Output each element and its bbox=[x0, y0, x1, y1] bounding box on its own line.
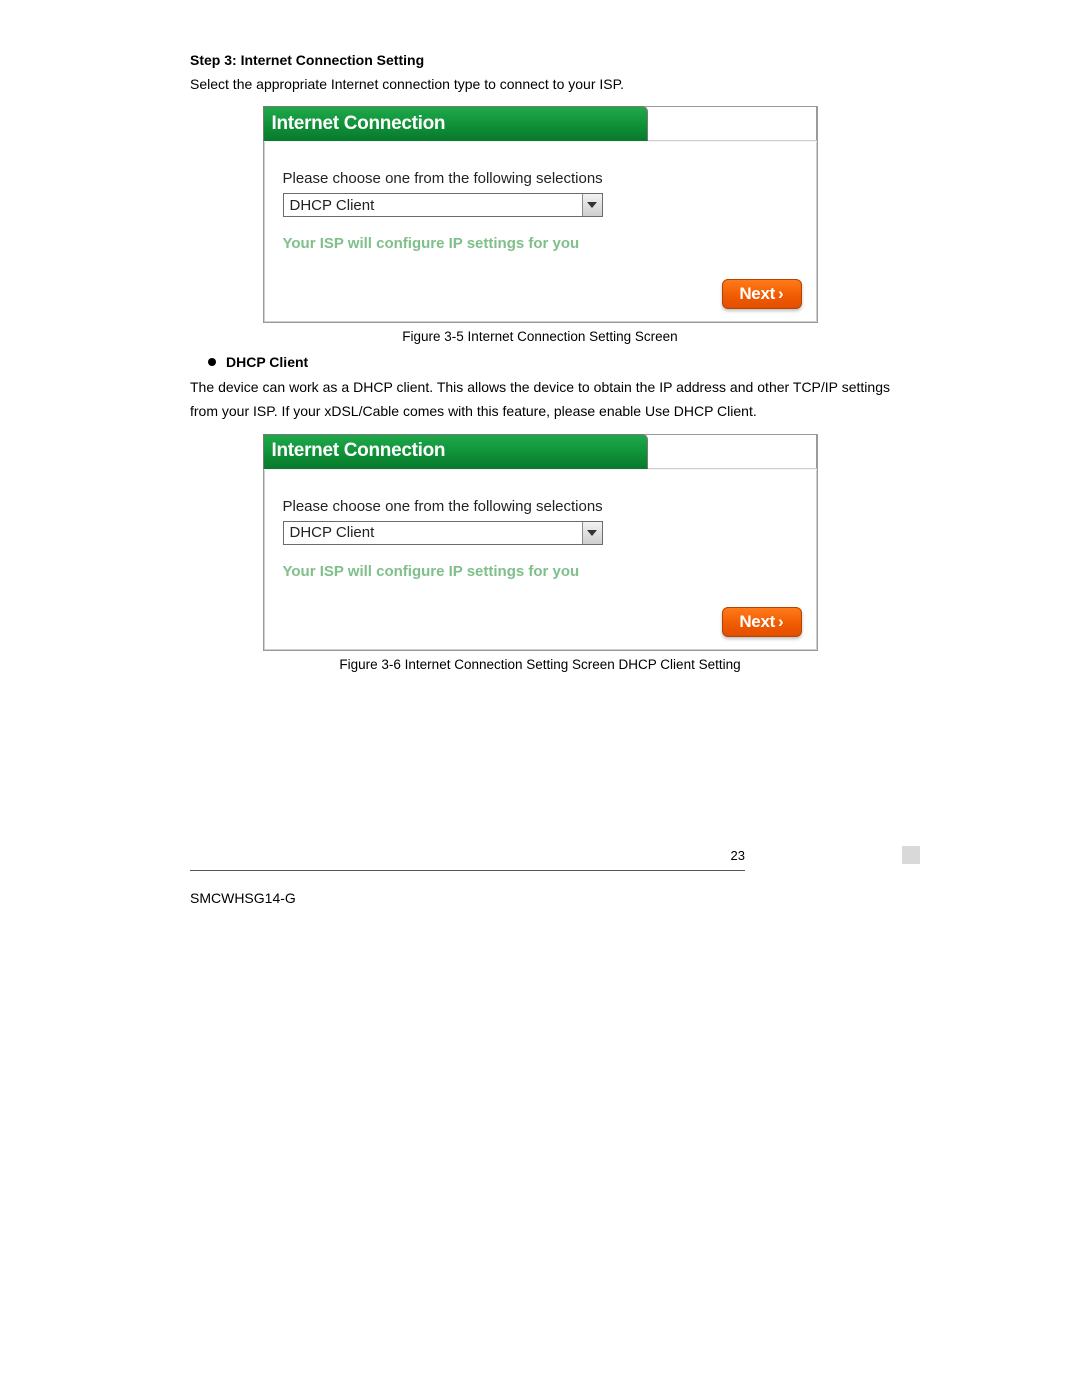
panel-title: Internet Connection bbox=[272, 113, 446, 135]
panel-header: Internet Connection bbox=[264, 107, 817, 142]
panel-header-blank bbox=[648, 434, 817, 469]
select-dropdown-button[interactable] bbox=[582, 522, 602, 544]
model-footer: SMCWHSG14-G bbox=[190, 890, 296, 906]
panel-body: Please choose one from the following sel… bbox=[264, 142, 817, 322]
next-button[interactable]: Next › bbox=[722, 607, 802, 637]
dhcp-bullet-label: DHCP Client bbox=[226, 354, 308, 370]
footer-divider bbox=[190, 870, 745, 871]
internet-connection-panel-1: Internet Connection Please choose one fr… bbox=[263, 106, 818, 323]
panel-title: Internet Connection bbox=[272, 440, 446, 462]
selection-prompt: Please choose one from the following sel… bbox=[283, 170, 798, 187]
dhcp-bullet: DHCP Client bbox=[208, 354, 890, 370]
panel-header-blank bbox=[648, 106, 817, 141]
dhcp-paragraph: The device can work as a DHCP client. Th… bbox=[190, 376, 890, 424]
bullet-icon bbox=[208, 358, 216, 366]
selection-prompt: Please choose one from the following sel… bbox=[283, 498, 798, 515]
chevron-down-icon bbox=[587, 202, 597, 208]
internet-connection-panel-2: Internet Connection Please choose one fr… bbox=[263, 434, 818, 651]
step-description: Select the appropriate Internet connecti… bbox=[190, 76, 890, 92]
page-number: 23 bbox=[731, 848, 745, 863]
step-heading: Step 3: Internet Connection Setting bbox=[190, 52, 890, 68]
chevron-down-icon bbox=[587, 530, 597, 536]
next-button[interactable]: Next › bbox=[722, 279, 802, 309]
connection-type-select[interactable]: DHCP Client bbox=[283, 193, 603, 217]
select-dropdown-button[interactable] bbox=[582, 194, 602, 216]
panel-header-tab: Internet Connection bbox=[263, 434, 648, 469]
next-button-label: Next bbox=[739, 612, 775, 632]
panel-header-tab: Internet Connection bbox=[263, 106, 648, 141]
isp-hint: Your ISP will configure IP settings for … bbox=[283, 563, 798, 580]
panel-body: Please choose one from the following sel… bbox=[264, 470, 817, 650]
figure-caption-2: Figure 3-6 Internet Connection Setting S… bbox=[190, 657, 890, 672]
isp-hint: Your ISP will configure IP settings for … bbox=[283, 235, 798, 252]
select-value: DHCP Client bbox=[284, 194, 582, 216]
figure-caption-1: Figure 3-5 Internet Connection Setting S… bbox=[190, 329, 890, 344]
select-value: DHCP Client bbox=[284, 522, 582, 544]
connection-type-select[interactable]: DHCP Client bbox=[283, 521, 603, 545]
chevron-right-icon: › bbox=[778, 284, 784, 304]
panel-header: Internet Connection bbox=[264, 435, 817, 470]
next-button-label: Next bbox=[739, 284, 775, 304]
chevron-right-icon: › bbox=[778, 612, 784, 632]
side-marker bbox=[902, 846, 920, 864]
